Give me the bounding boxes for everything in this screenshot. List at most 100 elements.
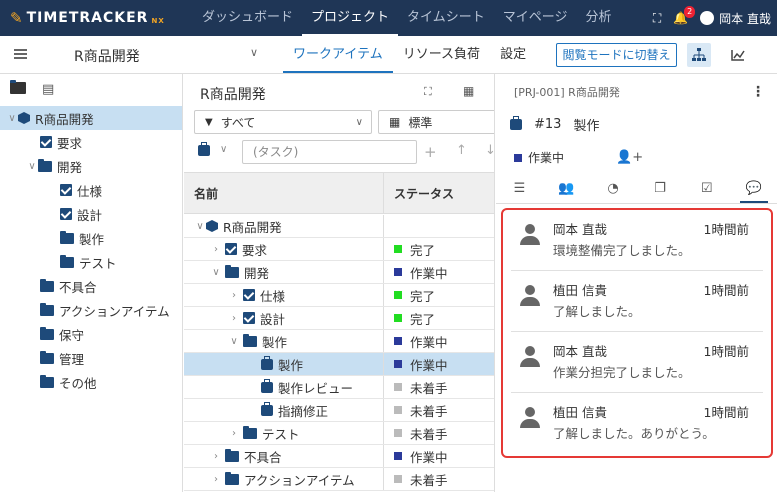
col-status[interactable]: ステータス (384, 173, 454, 213)
comment-time: 1時間前 (703, 344, 749, 359)
status-done-icon (394, 314, 402, 322)
folder-icon (225, 471, 239, 485)
view-mode-button[interactable]: 閲覧モードに切替え (556, 43, 677, 67)
detail-status[interactable]: 作業中 👤+ (514, 149, 643, 166)
task-icon (510, 116, 522, 130)
table-row[interactable]: › 設計 完了 (184, 307, 494, 330)
expand-icon[interactable]: ⛶ (424, 85, 432, 99)
folder-icon (243, 333, 257, 347)
list-title: R商品開発 (200, 87, 266, 103)
tree-item[interactable]: 仕様 (0, 178, 182, 202)
table-body: ∨ R商品開発 › 要求 完了 ∨ 開発 作業中 › 仕様 完了 › 設計 完了 ∨ 製作 作業中 製… (184, 215, 494, 491)
status-todo-icon (394, 475, 402, 483)
checkbox-icon (60, 184, 72, 196)
filter-select[interactable]: ▼ すべて ∨ (194, 110, 372, 134)
folder-icon (38, 158, 52, 172)
table-row[interactable]: › テスト 未着手 (184, 422, 494, 445)
nav-mypage[interactable]: マイページ (494, 0, 577, 36)
nav-timesheet[interactable]: タイムシート (398, 0, 494, 36)
table-row[interactable]: ∨ 製作 作業中 (184, 330, 494, 353)
table-row[interactable]: ∨ 開発 作業中 (184, 261, 494, 284)
copy-icon[interactable]: ❐ (646, 175, 674, 203)
logo-sub: NX (151, 17, 165, 25)
col-name[interactable]: 名前 (184, 173, 384, 213)
tree-item[interactable]: 設計 (0, 202, 182, 226)
checkbox-icon (243, 312, 255, 324)
clock-icon[interactable]: ◔ (599, 175, 627, 203)
tree-item[interactable]: 管理 (0, 346, 182, 370)
status-todo-icon (394, 383, 402, 391)
table-header: 名前 ステータス (184, 172, 494, 214)
comment-item: 岡本 直哉 1時間前 環境整備完了しました。 (511, 210, 763, 271)
detail-header: [PRJ-001] R商品開発 (514, 86, 620, 99)
table-row[interactable]: › 要求 完了 (184, 238, 494, 261)
tree-item[interactable]: 製作 (0, 226, 182, 250)
table-row[interactable]: › アクションアイテム 未着手 (184, 468, 494, 491)
detail-panel: [PRJ-001] R商品開発 ⋮ #13 製作 作業中 👤+ ☰ 👥 ◔ ❐ ☑ … (496, 74, 777, 492)
table-row[interactable]: 指摘修正 未着手 (184, 399, 494, 422)
more-menu-icon[interactable]: ⋮ (751, 84, 765, 100)
project-title: R商品開発 (74, 49, 140, 65)
calendar-icon[interactable]: ▦ (463, 84, 474, 98)
avatar-icon (519, 407, 541, 429)
left-tree-panel: ▤ ∨ R商品開発 要求 ∨ 開発 仕様 設計 製作 テスト 不具合 アクションアイ… (0, 74, 183, 492)
tree-item[interactable]: テスト (0, 250, 182, 274)
filter-icon: ▼ (205, 116, 213, 128)
comment-icon[interactable]: 💬 (739, 175, 768, 203)
add-person-icon[interactable]: 👤+ (616, 150, 643, 165)
user-menu[interactable]: 岡本 直哉 (700, 10, 771, 27)
chart-icon[interactable] (726, 43, 750, 67)
comment-item: 植田 信貴 1時間前 了解しました。ありがとう。 (511, 393, 763, 454)
nav-analysis[interactable]: 分析 (577, 0, 621, 36)
tree-item[interactable]: アクションアイテム (0, 298, 182, 322)
table-row[interactable]: 製作 作業中 (184, 353, 494, 376)
add-icon[interactable]: + (424, 143, 437, 161)
chevron-down-icon[interactable]: ∨ (250, 46, 258, 59)
tab-resource[interactable]: リソース負荷 (393, 36, 490, 73)
table-row[interactable]: › 仕様 完了 (184, 284, 494, 307)
list-tab-icon[interactable]: ▤ (42, 82, 54, 106)
tab-settings[interactable]: 設定 (490, 36, 536, 73)
status-done-icon (394, 291, 402, 299)
list-icon[interactable]: ☰ (505, 175, 533, 203)
avatar-icon (519, 285, 541, 307)
view-select[interactable]: ▦ 標準 (378, 110, 494, 134)
user-name: 岡本 直哉 (719, 11, 771, 26)
task-type-icon[interactable] (198, 142, 210, 156)
app-logo[interactable]: ✎ TIMETRACKER NX (10, 9, 165, 27)
chevron-down-icon: ∨ (355, 116, 363, 128)
table-row[interactable]: ∨ R商品開発 (184, 215, 494, 238)
nav-project[interactable]: プロジェクト (302, 0, 399, 36)
tree-item[interactable]: その他 (0, 370, 182, 394)
tree-item[interactable]: 保守 (0, 322, 182, 346)
tab-workitem[interactable]: ワークアイテム (283, 36, 393, 73)
checkbox-icon (40, 136, 52, 148)
chevron-down-icon[interactable]: ∨ (220, 144, 227, 155)
hierarchy-icon[interactable] (687, 43, 711, 67)
logo-text: TIMETRACKER (26, 10, 149, 26)
task-input[interactable]: (タスク) (242, 140, 417, 164)
folder-icon (243, 425, 257, 439)
table-row[interactable]: 製作レビュー 未着手 (184, 376, 494, 399)
folder-icon (40, 374, 54, 388)
folder-icon (40, 326, 54, 340)
fullscreen-icon[interactable]: ⛶ (653, 11, 661, 26)
arrow-down-icon[interactable]: ↓ (485, 143, 494, 158)
tree-item[interactable]: ∨ R商品開発 (0, 106, 182, 130)
status-todo-icon (394, 406, 402, 414)
top-bar: ✎ TIMETRACKER NX ダッシュボード プロジェクト タイムシート マイペ… (0, 0, 777, 36)
grid-icon: ▦ (389, 115, 401, 129)
tree-item[interactable]: ∨ 開発 (0, 154, 182, 178)
folder-tab-icon[interactable] (10, 80, 26, 106)
bell-icon[interactable]: 🔔 2 (673, 6, 696, 25)
menu-icon[interactable] (14, 49, 27, 59)
people-icon[interactable]: 👥 (552, 175, 580, 203)
tree-item[interactable]: 不具合 (0, 274, 182, 298)
checklist-icon[interactable]: ☑ (693, 175, 721, 203)
cube-icon (206, 220, 218, 232)
table-row[interactable]: › 不具合 作業中 (184, 445, 494, 468)
arrow-up-icon[interactable]: ↑ (456, 143, 467, 158)
tree-item[interactable]: 要求 (0, 130, 182, 154)
nav-dashboard[interactable]: ダッシュボード (193, 0, 302, 36)
status-doing-icon (394, 452, 402, 460)
